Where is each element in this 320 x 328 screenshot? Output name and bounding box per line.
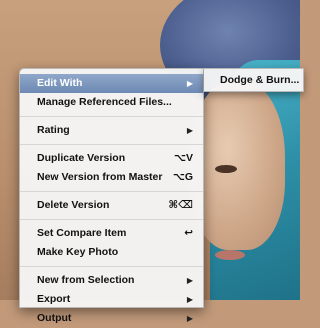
- menu-item-label: New Version from Master: [37, 171, 163, 183]
- menu-item-label: Delete Version: [37, 199, 110, 211]
- face: [190, 80, 285, 250]
- menu-item-label: Export: [37, 293, 71, 305]
- menu-item-label: Rating: [37, 124, 70, 136]
- menu-item-delete-version[interactable]: Delete Version ⌘⌫: [20, 196, 203, 215]
- menu-separator: [20, 219, 203, 220]
- menu-item-label: Set Compare Item: [37, 227, 127, 239]
- edit-with-submenu: Dodge & Burn...: [204, 68, 304, 92]
- menu-item-duplicate-version[interactable]: Duplicate Version ⌥V: [20, 149, 203, 168]
- menu-item-set-compare-item[interactable]: Set Compare Item ↩: [20, 224, 203, 243]
- menu-item-make-key-photo[interactable]: Make Key Photo: [20, 243, 203, 262]
- submenu-arrow-icon: ▶: [186, 314, 193, 323]
- submenu-arrow-icon: ▶: [186, 79, 193, 88]
- menu-separator: [20, 116, 203, 117]
- menu-item-edit-with[interactable]: Edit With ▶: [20, 74, 203, 93]
- menu-item-new-from-selection[interactable]: New from Selection ▶: [20, 271, 203, 290]
- menu-item-rating[interactable]: Rating ▶: [20, 121, 203, 140]
- menu-item-label: Edit With: [37, 77, 83, 89]
- menu-item-label: Output: [37, 312, 72, 324]
- menu-separator: [20, 266, 203, 267]
- menu-item-manage-referenced-files[interactable]: Manage Referenced Files...: [20, 93, 203, 112]
- menu-separator: [20, 144, 203, 145]
- menu-separator: [20, 191, 203, 192]
- menu-shortcut: ⌘⌫: [168, 199, 193, 211]
- menu-shortcut: ⌥V: [173, 152, 193, 164]
- submenu-item-label: Dodge & Burn...: [220, 74, 300, 86]
- submenu-arrow-icon: ▶: [186, 276, 193, 285]
- submenu-item-dodge-burn[interactable]: Dodge & Burn...: [204, 69, 303, 91]
- menu-item-label: Make Key Photo: [37, 246, 119, 258]
- menu-shortcut: ↩: [184, 227, 193, 239]
- menu-shortcut: ⌥G: [172, 171, 193, 183]
- menu-item-new-version-from-master[interactable]: New Version from Master ⌥G: [20, 168, 203, 187]
- menu-item-label: Duplicate Version: [37, 152, 126, 164]
- menu-item-output[interactable]: Output ▶: [20, 309, 203, 328]
- context-menu: Edit With ▶ Manage Referenced Files... R…: [19, 68, 204, 324]
- eye: [215, 165, 237, 173]
- menu-item-label: New from Selection: [37, 274, 135, 286]
- menu-item-label: Manage Referenced Files...: [37, 96, 172, 108]
- submenu-arrow-icon: ▶: [186, 126, 193, 135]
- lips: [215, 250, 245, 260]
